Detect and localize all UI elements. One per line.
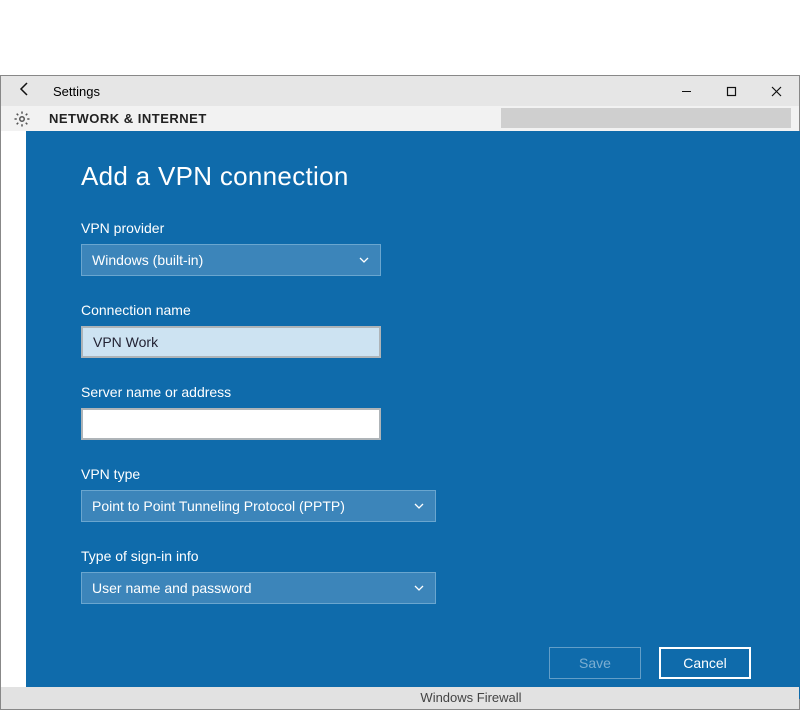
field-vpn-type: VPN type Point to Point Tunneling Protoc… [81, 466, 746, 522]
maximize-button[interactable] [709, 76, 754, 106]
window-title: Settings [53, 84, 100, 99]
header-strip: NETWORK & INTERNET [1, 106, 799, 131]
modal-buttons: Save Cancel [549, 647, 751, 679]
vpn-type-select[interactable]: Point to Point Tunneling Protocol (PPTP) [81, 490, 436, 522]
vpn-provider-label: VPN provider [81, 220, 746, 236]
minimize-button[interactable] [664, 76, 709, 106]
vpn-modal: Add a VPN connection VPN provider Window… [26, 131, 800, 699]
footer-stub: Windows Firewall [1, 687, 799, 709]
connection-name-label: Connection name [81, 302, 746, 318]
settings-window: Settings NETWORK & INTERNET Add a VPN co… [0, 75, 800, 710]
connection-name-input[interactable] [81, 326, 381, 358]
field-signin: Type of sign-in info User name and passw… [81, 548, 746, 604]
gear-icon [13, 110, 31, 128]
vpn-type-value: Point to Point Tunneling Protocol (PPTP) [92, 498, 345, 514]
field-connection-name: Connection name [81, 302, 746, 358]
chevron-down-icon [413, 582, 425, 594]
search-stub[interactable] [501, 108, 791, 128]
server-label: Server name or address [81, 384, 746, 400]
titlebar: Settings [1, 76, 799, 106]
vpn-type-label: VPN type [81, 466, 746, 482]
field-vpn-provider: VPN provider Windows (built-in) [81, 220, 746, 276]
save-button[interactable]: Save [549, 647, 641, 679]
signin-label: Type of sign-in info [81, 548, 746, 564]
vpn-provider-select[interactable]: Windows (built-in) [81, 244, 381, 276]
back-button[interactable] [13, 81, 41, 102]
chevron-down-icon [413, 500, 425, 512]
footer-firewall-label: Windows Firewall [371, 687, 571, 709]
signin-select[interactable]: User name and password [81, 572, 436, 604]
window-controls [664, 76, 799, 106]
chevron-down-icon [358, 254, 370, 266]
vpn-provider-value: Windows (built-in) [92, 252, 203, 268]
modal-title: Add a VPN connection [81, 161, 746, 192]
cancel-button[interactable]: Cancel [659, 647, 751, 679]
breadcrumb: NETWORK & INTERNET [49, 111, 207, 126]
field-server: Server name or address [81, 384, 746, 440]
server-input[interactable] [81, 408, 381, 440]
signin-value: User name and password [92, 580, 252, 596]
close-button[interactable] [754, 76, 799, 106]
